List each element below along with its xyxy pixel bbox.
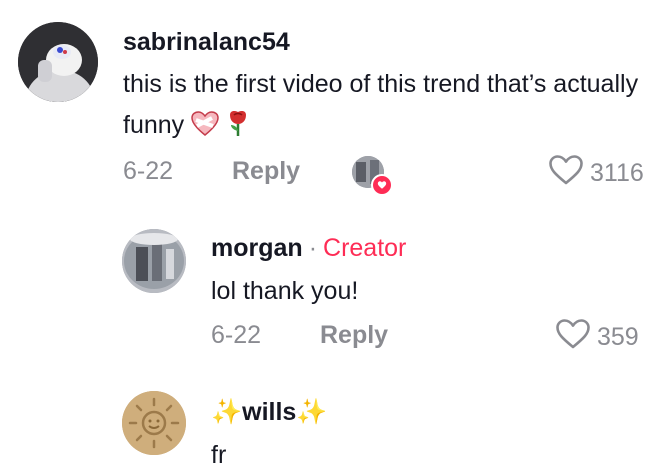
comment-item: sabrinalanc54 this is the first video of… <box>0 0 664 210</box>
username[interactable]: sabrinalanc54 <box>123 28 290 57</box>
avatar[interactable] <box>122 229 186 293</box>
comment-date: 6-22 <box>123 157 174 185</box>
comment-text: lol thank you! <box>211 277 359 305</box>
sun-sand-drawing-icon <box>122 391 186 455</box>
reply-button[interactable]: Reply <box>232 157 300 186</box>
reply-item: morgan · Creator lol thank you! 6-22 Reply… <box>0 220 664 370</box>
username[interactable]: ✨wills✨ <box>211 398 327 427</box>
avatar[interactable] <box>18 22 98 102</box>
like-count: 359 <box>597 323 639 351</box>
username-row: morgan · Creator <box>211 234 406 263</box>
creator-badge: Creator <box>323 234 407 262</box>
heart-outline-icon <box>548 154 584 193</box>
heart-outline-icon <box>555 318 591 357</box>
separator: · <box>308 234 318 262</box>
like-count: 3116 <box>590 159 644 187</box>
mending-heart-emoji <box>191 109 219 150</box>
avatar[interactable] <box>122 391 186 455</box>
avatar-photo <box>18 22 98 102</box>
avatar-photo <box>122 229 186 293</box>
like-button[interactable]: 3116 <box>548 154 644 193</box>
rose-emoji <box>226 109 250 150</box>
comment-text: this is the first video of this trend th… <box>123 64 653 150</box>
comment-text: fr <box>211 441 227 469</box>
comment-date: 6-22 <box>211 321 262 349</box>
like-button[interactable]: 359 <box>555 318 639 357</box>
heart-badge-icon <box>371 174 393 196</box>
username[interactable]: morgan <box>211 234 303 262</box>
reply-button[interactable]: Reply <box>320 321 388 350</box>
reply-item: ✨wills✨ fr <box>0 380 664 476</box>
creator-liked-indicator <box>352 156 393 196</box>
